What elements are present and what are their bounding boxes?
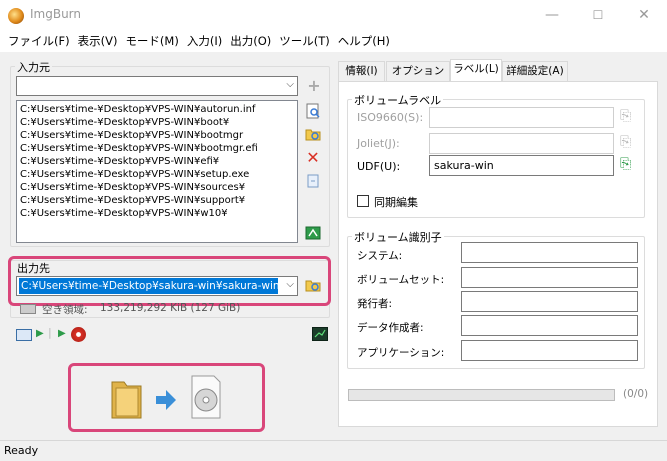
list-item[interactable]: C:¥Users¥time-¥Desktop¥VPS-WIN¥support¥ <box>20 194 294 207</box>
list-item[interactable]: C:¥Users¥time-¥Desktop¥VPS-WIN¥bootmgr.e… <box>20 142 294 155</box>
system-field[interactable] <box>461 242 638 263</box>
free-space-label: 空き領域: <box>42 304 88 316</box>
progress-bar <box>348 389 615 401</box>
destination-combo[interactable]: C:¥Users¥time-¥Desktop¥sakura-win¥sakura… <box>16 276 298 296</box>
iso9660-label: ISO9660(S): <box>357 111 424 124</box>
progress-count: (0/0) <box>623 388 649 400</box>
title-bar: ImgBurn — ☐ ✕ <box>0 0 667 30</box>
joliet-label: Joliet(J): <box>357 137 400 150</box>
window-title: ImgBurn <box>30 7 82 21</box>
browse-destination-icon[interactable] <box>304 277 322 295</box>
imgburn-app-icon <box>8 8 24 24</box>
data-preparer-label: データ作成者: <box>357 322 424 334</box>
status-text: Ready <box>4 444 39 457</box>
destination-path[interactable]: C:¥Users¥time-¥Desktop¥sakura-win¥sakura… <box>19 278 278 294</box>
log-view-icon[interactable] <box>16 329 32 341</box>
status-bar: Ready <box>0 440 667 461</box>
tab-options[interactable]: オプション(P) <box>386 61 450 96</box>
menu-mode[interactable]: モード(M) <box>121 30 182 52</box>
calculate-icon[interactable] <box>304 224 322 242</box>
clear-list-icon[interactable] <box>304 173 322 191</box>
menu-output[interactable]: 出力(O) <box>226 30 275 52</box>
minimize-button[interactable]: — <box>529 0 575 30</box>
terminal-icon[interactable] <box>312 327 328 341</box>
volume-set-field[interactable] <box>461 267 638 288</box>
application-field[interactable] <box>461 340 638 361</box>
maximize-button[interactable]: ☐ <box>575 0 621 30</box>
browse-folder-icon[interactable] <box>304 126 322 144</box>
source-file-list[interactable]: C:¥Users¥time-¥Desktop¥VPS-WIN¥autorun.i… <box>16 100 298 243</box>
udf-field[interactable]: sakura-win <box>429 155 614 176</box>
source-combo[interactable]: ⌵ <box>16 76 298 96</box>
chevron-down-icon[interactable]: ⌵ <box>286 279 294 290</box>
menu-file[interactable]: ファイル(F) <box>4 30 74 52</box>
copy-label-icon: ⎘ <box>620 134 632 150</box>
list-item[interactable]: C:¥Users¥time-¥Desktop¥VPS-WIN¥autorun.i… <box>20 103 294 116</box>
close-button[interactable]: ✕ <box>621 0 667 30</box>
remove-icon[interactable]: ✕ <box>304 149 322 167</box>
volume-set-label: ボリュームセット: <box>357 274 445 286</box>
tab-info[interactable]: 情報(I) <box>338 61 385 81</box>
build-button[interactable] <box>108 372 228 422</box>
volume-id-group-title: ボリューム識別子 <box>352 229 444 245</box>
list-item[interactable]: C:¥Users¥time-¥Desktop¥VPS-WIN¥efi¥ <box>20 155 294 168</box>
menu-tools[interactable]: ツール(T) <box>275 30 334 52</box>
menu-help[interactable]: ヘルプ(H) <box>334 30 394 52</box>
volume-label-group-title: ボリュームラベル <box>352 92 444 108</box>
chevron-down-icon[interactable]: ⌵ <box>286 79 294 90</box>
list-item[interactable]: C:¥Users¥time-¥Desktop¥VPS-WIN¥setup.exe <box>20 168 294 181</box>
tab-labels[interactable]: ラベル(L) <box>450 59 502 82</box>
menu-input[interactable]: 入力(I) <box>183 30 226 52</box>
data-preparer-field[interactable] <box>461 315 638 336</box>
folder-to-image-icon <box>111 375 221 419</box>
drive-icon <box>20 304 36 314</box>
menu-view[interactable]: 表示(V) <box>74 30 122 52</box>
system-label: システム: <box>357 250 403 262</box>
source-group-title: 入力元 <box>15 59 52 75</box>
iso9660-field <box>429 107 614 128</box>
tab-advanced[interactable]: 詳細設定(A) <box>502 61 568 81</box>
publisher-label: 発行者: <box>357 298 393 310</box>
list-item[interactable]: C:¥Users¥time-¥Desktop¥VPS-WIN¥boot¥ <box>20 116 294 129</box>
stop-icon[interactable] <box>71 327 86 342</box>
publisher-field[interactable] <box>461 291 638 312</box>
copy-label-icon: ⎘ <box>620 108 632 124</box>
play-icon[interactable]: ▶ <box>58 328 66 339</box>
joliet-field <box>429 133 614 154</box>
application-label: アプリケーション: <box>357 347 445 359</box>
list-item[interactable]: C:¥Users¥time-¥Desktop¥VPS-WIN¥w10¥ <box>20 207 294 220</box>
play-small-icon[interactable]: ▶ <box>36 328 44 339</box>
menu-bar: ファイル(F) 表示(V) モード(M) 入力(I) 出力(O) ツール(T) … <box>0 30 667 52</box>
sync-edit-label: 同期編集 <box>374 196 418 209</box>
separator: | <box>48 326 52 339</box>
add-icon[interactable]: + <box>305 77 323 95</box>
destination-group-title: 出力先 <box>17 262 50 275</box>
list-item[interactable]: C:¥Users¥time-¥Desktop¥VPS-WIN¥sources¥ <box>20 181 294 194</box>
sync-edit-checkbox[interactable] <box>357 195 369 207</box>
browse-file-icon[interactable] <box>304 103 322 121</box>
free-space-value: 133,219,292 KiB (127 GiB) <box>100 302 241 314</box>
list-item[interactable]: C:¥Users¥time-¥Desktop¥VPS-WIN¥bootmgr <box>20 129 294 142</box>
udf-label: UDF(U): <box>357 160 401 173</box>
copy-label-icon[interactable]: ⎘ <box>620 156 636 174</box>
